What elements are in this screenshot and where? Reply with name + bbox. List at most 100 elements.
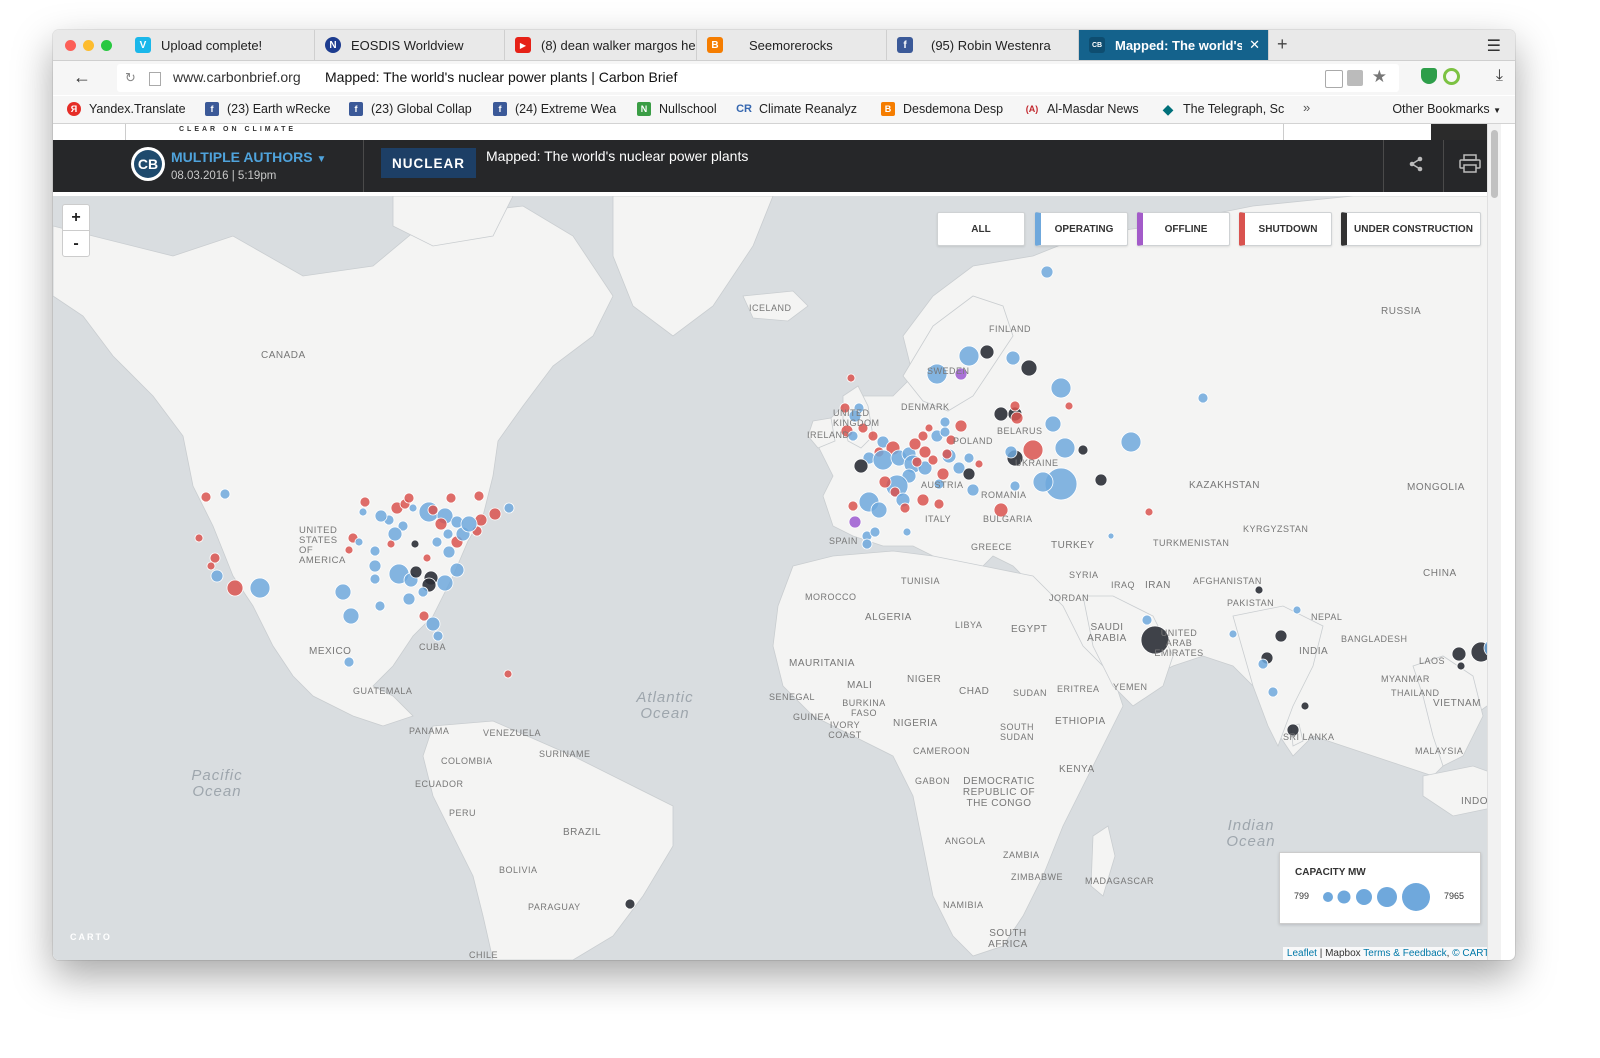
scrollbar-thumb[interactable] [1491,130,1498,198]
construction-plant-marker[interactable] [1456,661,1466,671]
bookmark-extreme-weather[interactable]: f (24) Extreme Wea [493,102,616,116]
operating-plant-marker[interactable] [369,545,381,557]
operating-plant-marker[interactable] [1257,658,1269,670]
operating-plant-marker[interactable] [1032,471,1054,493]
operating-plant-marker[interactable] [966,483,980,497]
shutdown-plant-marker[interactable] [974,459,984,469]
tab-carbon-brief[interactable]: CB Mapped: The world's nu ✕ [1079,30,1269,60]
filter-under-construction-button[interactable]: UNDER CONSTRUCTION [1341,212,1481,246]
bookmark-telegraph[interactable]: ◆ The Telegraph, Sc [1161,101,1285,117]
operating-plant-marker[interactable] [210,569,224,583]
operating-plant-marker[interactable] [358,507,368,517]
operating-plant-marker[interactable] [1197,392,1209,404]
operating-plant-marker[interactable] [342,607,360,625]
shutdown-plant-marker[interactable] [427,504,439,516]
operating-plant-marker[interactable] [1005,350,1021,366]
shutdown-plant-marker[interactable] [488,507,502,521]
bookmark-al-masdar[interactable]: (A) Al-Masdar News [1025,102,1139,116]
shutdown-plant-marker[interactable] [899,502,911,514]
tab-eosdis-worldview[interactable]: N EOSDIS Worldview [315,30,505,60]
shutdown-plant-marker[interactable] [1064,401,1074,411]
operating-plant-marker[interactable] [963,452,975,464]
operating-plant-marker[interactable] [432,630,444,642]
shutdown-plant-marker[interactable] [927,454,939,466]
nuclear-map[interactable]: CANADA UNITED STATES OF AMERICA MEXICO C… [53,196,1501,960]
page-scrollbar[interactable] [1487,124,1501,960]
shutdown-plant-marker[interactable] [867,430,879,442]
operating-plant-marker[interactable] [374,600,386,612]
category-badge[interactable]: NUCLEAR [381,148,476,178]
operating-plant-marker[interactable] [1040,265,1054,279]
shutdown-plant-marker[interactable] [933,498,945,510]
shutdown-plant-marker[interactable] [473,490,485,502]
print-icon[interactable] [1459,154,1481,174]
operating-plant-marker[interactable] [861,538,873,550]
construction-plant-marker[interactable] [853,458,869,474]
shutdown-plant-marker[interactable] [434,517,448,531]
shutdown-plant-marker[interactable] [1009,400,1021,412]
operating-plant-marker[interactable] [431,536,443,548]
back-arrow-icon[interactable]: ← [73,67,91,88]
shutdown-plant-marker[interactable] [936,467,950,481]
menu-icon[interactable]: ☰ [1487,36,1501,56]
operating-plant-marker[interactable] [442,545,456,559]
close-window-button[interactable] [65,40,76,51]
share-icon[interactable] [1409,156,1423,172]
operating-plant-marker[interactable] [1004,445,1018,459]
offline-plant-marker[interactable] [848,515,862,529]
shutdown-plant-marker[interactable] [846,373,856,383]
shutdown-plant-marker[interactable] [226,579,244,597]
minimize-window-button[interactable] [83,40,94,51]
operating-plant-marker[interactable] [249,577,271,599]
operating-plant-marker[interactable] [387,526,403,542]
operating-plant-marker[interactable] [1107,532,1115,540]
tab-upload-complete[interactable]: V Upload complete! [125,30,315,60]
shutdown-plant-marker[interactable] [847,500,859,512]
shutdown-plant-marker[interactable] [194,533,204,543]
operating-plant-marker[interactable] [870,501,888,519]
operating-plant-marker[interactable] [869,526,881,538]
more-bookmarks-chevron-icon[interactable]: » [1303,100,1310,115]
operating-plant-marker[interactable] [460,515,478,533]
refresh-extension-icon[interactable] [1443,68,1460,85]
extension-icon[interactable] [1347,70,1363,86]
shutdown-plant-marker[interactable] [911,456,923,468]
download-icon[interactable]: ⤓ [1496,67,1503,85]
filter-shutdown-button[interactable]: SHUTDOWN [1239,212,1332,246]
tab-robin-westenra[interactable]: f (95) Robin Westenra [887,30,1079,60]
operating-plant-marker[interactable] [374,509,388,523]
zoom-out-button[interactable]: - [63,230,89,256]
operating-plant-marker[interactable] [408,503,418,513]
construction-plant-marker[interactable] [1451,646,1467,662]
tab-seemorerocks[interactable]: B Seemorerocks [697,30,887,60]
operating-plant-marker[interactable] [1292,605,1302,615]
shutdown-plant-marker[interactable] [503,669,513,679]
shutdown-plant-marker[interactable] [422,553,432,563]
operating-plant-marker[interactable] [1050,377,1072,399]
shutdown-plant-marker[interactable] [403,492,415,504]
bookmark-star-icon[interactable]: ★ [1372,67,1387,87]
tab-youtube[interactable]: ▶ (8) dean walker margos he [505,30,697,60]
construction-plant-marker[interactable] [624,898,636,910]
operating-plant-marker[interactable] [417,586,429,598]
operating-plant-marker[interactable] [334,583,352,601]
operating-plant-marker[interactable] [425,616,441,632]
zoom-in-button[interactable]: + [63,205,89,230]
operating-plant-marker[interactable] [939,416,951,428]
shutdown-plant-marker[interactable] [1022,439,1044,461]
operating-plant-marker[interactable] [219,488,231,500]
construction-plant-marker[interactable] [1020,359,1038,377]
operating-plant-marker[interactable] [1054,437,1076,459]
reader-view-icon[interactable] [1325,70,1343,88]
filter-offline-button[interactable]: OFFLINE [1137,212,1230,246]
bookmark-global-collapse[interactable]: f (23) Global Collap [349,102,472,116]
operating-plant-marker[interactable] [902,527,912,537]
construction-plant-marker[interactable] [1077,444,1089,456]
shutdown-plant-marker[interactable] [924,423,934,433]
shutdown-plant-marker[interactable] [917,430,929,442]
shutdown-plant-marker[interactable] [359,496,371,508]
shutdown-plant-marker[interactable] [1010,411,1024,425]
shutdown-plant-marker[interactable] [916,493,930,507]
operating-plant-marker[interactable] [343,656,355,668]
address-bar[interactable]: ↻ www.carbonbrief.org Mapped: The world'… [117,64,1399,92]
